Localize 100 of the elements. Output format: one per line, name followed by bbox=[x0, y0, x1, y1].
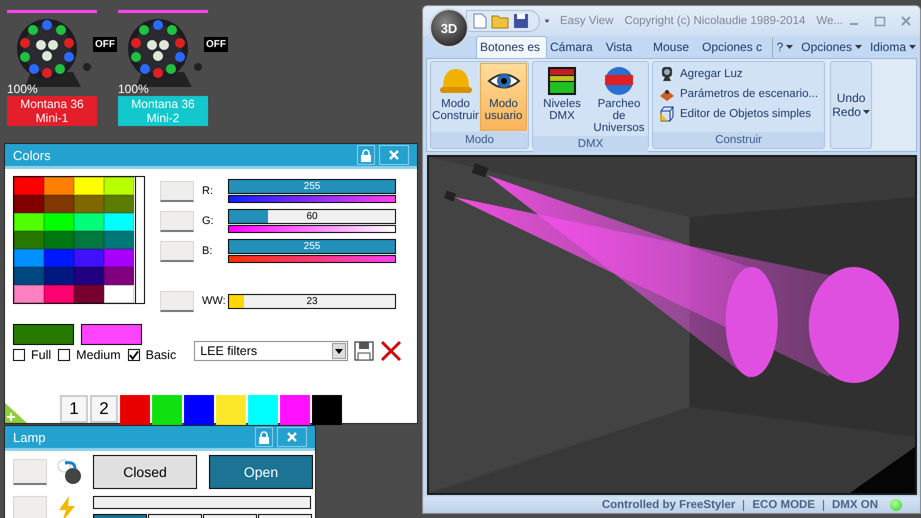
preset-color[interactable] bbox=[216, 395, 246, 425]
status-text: Controlled by FreeStyler bbox=[602, 499, 736, 511]
ribbon-button[interactable]: Niveles DMX bbox=[534, 63, 590, 135]
palette-color[interactable] bbox=[14, 177, 44, 195]
palette-color[interactable] bbox=[104, 177, 134, 195]
menu-dropdown[interactable]: ? bbox=[772, 40, 798, 58]
redo-button[interactable]: Redo bbox=[832, 105, 870, 119]
palette-color[interactable] bbox=[44, 249, 74, 267]
caret-icon bbox=[786, 45, 794, 49]
palette-color[interactable] bbox=[104, 249, 134, 267]
cube-icon bbox=[659, 106, 675, 122]
filter-dropdown[interactable]: LEE filters bbox=[194, 341, 348, 361]
lamp-button[interactable] bbox=[13, 459, 47, 485]
preset-button[interactable]: 1 bbox=[60, 395, 88, 423]
channel-slider[interactable]: 255 bbox=[228, 239, 396, 254]
ribbon-button[interactable]: Modo Construir bbox=[432, 63, 479, 131]
palette-color[interactable] bbox=[14, 267, 44, 285]
delete-icon[interactable] bbox=[380, 340, 402, 362]
close-button[interactable] bbox=[277, 427, 307, 447]
palette-color[interactable] bbox=[74, 195, 104, 213]
preset-color[interactable] bbox=[184, 395, 214, 425]
channel-button[interactable] bbox=[160, 180, 194, 202]
app-orb-button[interactable]: 3D bbox=[429, 8, 469, 48]
checkbox[interactable] bbox=[13, 349, 25, 361]
group-label: DMX bbox=[533, 136, 648, 152]
maximize-icon[interactable] bbox=[874, 15, 886, 27]
preset-color[interactable] bbox=[280, 395, 310, 425]
palette-color[interactable] bbox=[44, 195, 74, 213]
palette-color[interactable] bbox=[14, 231, 44, 249]
checkbox[interactable] bbox=[128, 349, 140, 361]
ribbon-button[interactable]: Editor de Objetos simples bbox=[657, 105, 820, 123]
palette-color[interactable] bbox=[74, 231, 104, 249]
customize-caret-icon[interactable] bbox=[545, 18, 549, 24]
palette-color[interactable] bbox=[104, 285, 134, 303]
preset-color[interactable] bbox=[248, 395, 278, 425]
status-text: DMX ON bbox=[832, 499, 878, 511]
palette-color[interactable] bbox=[74, 213, 104, 231]
palette-color[interactable] bbox=[74, 177, 104, 195]
color-swatch[interactable] bbox=[81, 324, 142, 345]
fixture-name[interactable]: Montana 36 Mini-1 bbox=[7, 96, 97, 126]
palette-color[interactable] bbox=[74, 267, 104, 285]
palette-color[interactable] bbox=[14, 249, 44, 267]
window-title: Colors bbox=[12, 148, 52, 162]
lock-button[interactable] bbox=[357, 145, 375, 165]
palette-color[interactable] bbox=[44, 213, 74, 231]
channel-slider[interactable]: 23 bbox=[228, 294, 396, 308]
checkbox-option[interactable]: Basic bbox=[128, 348, 176, 362]
dimmer-value: 100% bbox=[7, 83, 38, 96]
color-swatch[interactable] bbox=[13, 324, 74, 345]
palette-color[interactable] bbox=[104, 213, 134, 231]
lamp-state-button[interactable]: Closed bbox=[93, 455, 197, 489]
palette-color[interactable] bbox=[104, 231, 134, 249]
checkbox-option[interactable]: Medium bbox=[58, 348, 121, 362]
channel-button[interactable] bbox=[160, 240, 194, 262]
lightning-icon bbox=[57, 496, 77, 518]
ribbon-tab[interactable]: Opciones c bbox=[699, 37, 772, 58]
palette-color[interactable] bbox=[44, 285, 74, 303]
preset-button[interactable]: 2 bbox=[90, 395, 118, 423]
close-icon[interactable] bbox=[900, 15, 912, 27]
preset-color[interactable] bbox=[120, 395, 150, 425]
ribbon-button[interactable]: Modo usuario bbox=[480, 63, 527, 131]
undo-button[interactable]: Undo bbox=[836, 91, 866, 105]
ribbon-tab[interactable]: Mouse bbox=[650, 37, 700, 58]
channel-button[interactable] bbox=[160, 290, 194, 312]
channel-slider[interactable]: 255 bbox=[228, 179, 396, 194]
new-file-icon[interactable] bbox=[473, 13, 487, 29]
ribbon-tab[interactable]: Vista bbox=[602, 37, 650, 58]
ribbon-button[interactable]: Parcheo de Universos bbox=[591, 63, 647, 135]
palette-color[interactable] bbox=[104, 267, 134, 285]
preset-color[interactable] bbox=[152, 395, 182, 425]
save-icon[interactable] bbox=[513, 13, 529, 29]
palette-color[interactable] bbox=[74, 285, 104, 303]
add-corner-icon[interactable] bbox=[5, 403, 27, 423]
palette-color[interactable] bbox=[44, 177, 74, 195]
ribbon-button[interactable]: Agregar Luz bbox=[657, 65, 820, 83]
preset-color[interactable] bbox=[312, 395, 342, 425]
palette-color[interactable] bbox=[14, 285, 44, 303]
lamp-state-button[interactable]: Open bbox=[209, 455, 313, 489]
status-label: OFF bbox=[204, 37, 228, 52]
menu-dropdown[interactable]: Opciones bbox=[797, 40, 866, 58]
palette-color[interactable] bbox=[14, 213, 44, 231]
ribbon-tab[interactable]: Cámara bbox=[547, 37, 603, 58]
ribbon-button[interactable]: Parámetros de escenario... bbox=[657, 85, 820, 103]
checkbox-option[interactable]: Full bbox=[13, 348, 52, 362]
save-icon[interactable] bbox=[354, 341, 374, 361]
palette-color[interactable] bbox=[14, 195, 44, 213]
strobe-button[interactable] bbox=[13, 496, 47, 518]
palette-color[interactable] bbox=[44, 231, 74, 249]
close-button[interactable] bbox=[379, 145, 409, 165]
channel-button[interactable] bbox=[160, 210, 194, 232]
checkbox[interactable] bbox=[58, 349, 70, 361]
ribbon-tab[interactable]: Botones es bbox=[476, 36, 547, 58]
palette-color[interactable] bbox=[44, 267, 74, 285]
group-label: Construir bbox=[653, 132, 824, 148]
palette-color[interactable] bbox=[74, 249, 104, 267]
lock-button[interactable] bbox=[255, 427, 273, 447]
palette-color[interactable] bbox=[104, 195, 134, 213]
menu-dropdown[interactable]: Idioma bbox=[866, 40, 920, 58]
channel-slider[interactable]: 60 bbox=[228, 209, 396, 224]
close-icon bbox=[286, 432, 298, 442]
